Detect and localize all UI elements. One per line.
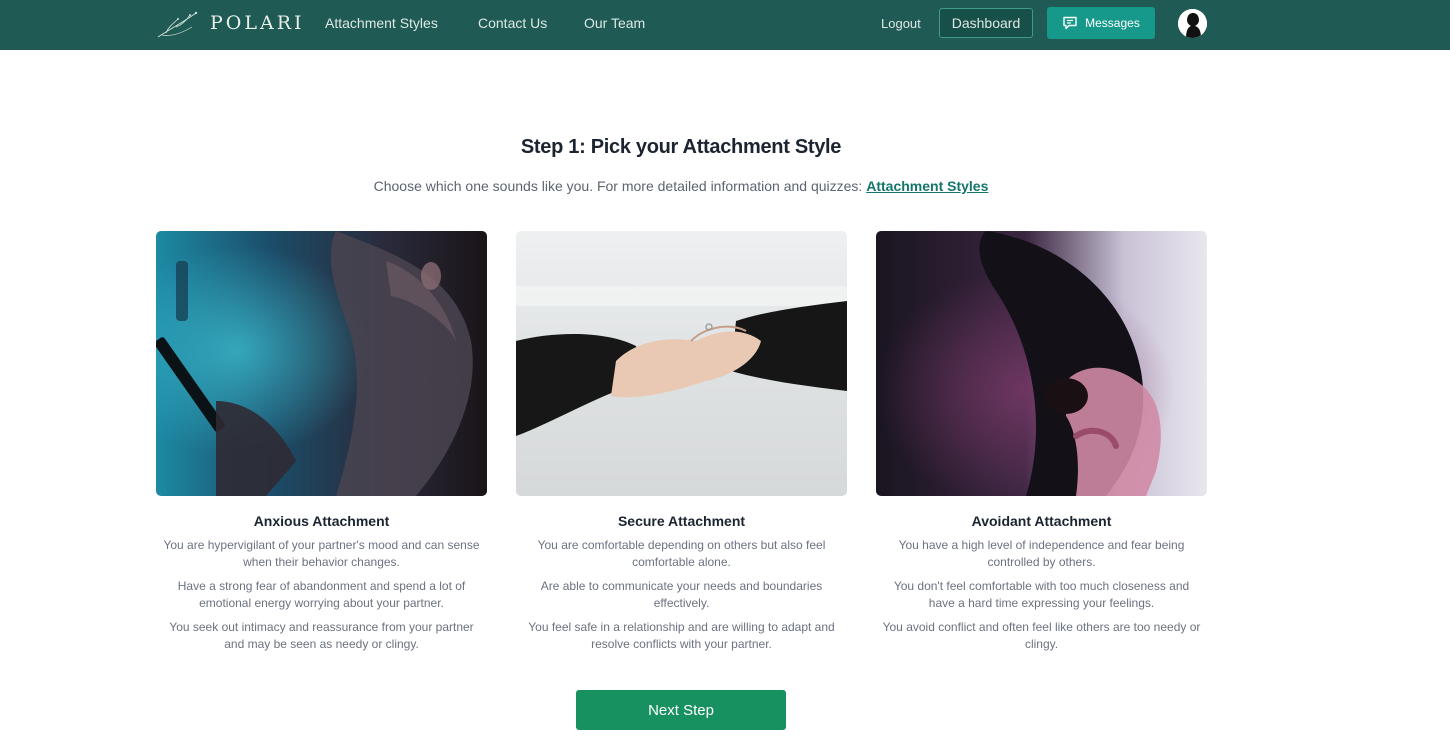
branch-logo-icon [157,11,198,38]
page-subtitle: Choose which one sounds like you. For mo… [0,178,1362,194]
next-step-button[interactable]: Next Step [576,690,786,730]
card-description: You are comfortable depending on others … [516,537,847,653]
nav-link-our-team[interactable]: Our Team [584,15,645,31]
card-description-line: You don't feel comfortable with too much… [893,579,1190,610]
card-description-line: You are comfortable depending on others … [537,538,826,569]
logo-text: POLARI [210,12,305,34]
card-description-line: You are hypervigilant of your partner's … [163,538,480,569]
polari-logo[interactable]: POLARI [156,7,302,41]
card-description-line: Are able to communicate your needs and b… [540,579,823,610]
messages-button-label: Messages [1085,16,1140,30]
logout-link[interactable]: Logout [881,16,921,31]
next-step-label: Next Step [648,701,714,719]
card-title: Secure Attachment [617,513,746,529]
attachment-styles-link[interactable]: Attachment Styles [866,178,988,194]
anxious-photo [156,231,487,496]
card-avoidant-attachment[interactable]: Avoidant Attachment You have a high leve… [876,231,1207,660]
avatar[interactable] [1178,9,1207,38]
card-secure-attachment[interactable]: Secure Attachment You are comfortable de… [516,231,847,660]
card-description-line: You avoid conflict and often feel like o… [882,620,1201,651]
messages-button[interactable]: Messages [1047,7,1155,39]
card-anxious-attachment[interactable]: Anxious Attachment You are hypervigilant… [156,231,487,660]
card-title: Avoidant Attachment [971,513,1112,529]
card-description-line: You feel safe in a relationship and are … [528,620,835,651]
nav-link-attachment-styles[interactable]: Attachment Styles [325,15,438,31]
card-description: You are hypervigilant of your partner's … [156,537,487,653]
subtitle-text: Choose which one sounds like you. For mo… [373,178,867,194]
anxious-attachment-image[interactable] [156,231,487,496]
secure-photo [516,231,847,496]
dashboard-button[interactable]: Dashboard [939,8,1033,38]
card-description: You have a high level of independence an… [876,537,1207,653]
avoidant-attachment-image[interactable] [876,231,1207,496]
secure-attachment-image[interactable] [516,231,847,496]
top-navbar: POLARI Attachment Styles Contact Us Our … [0,0,1450,50]
dashboard-button-label: Dashboard [951,15,1021,31]
card-description-line: You have a high level of independence an… [898,538,1185,569]
chat-bubble-icon [1063,16,1077,30]
user-silhouette-icon [1178,9,1207,38]
page-title: Step 1: Pick your Attachment Style [520,136,842,158]
card-title: Anxious Attachment [253,513,390,529]
card-description-line: You seek out intimacy and reassurance fr… [169,620,474,651]
nav-link-contact-us[interactable]: Contact Us [478,15,547,31]
avoidant-photo [876,231,1207,496]
card-description-line: Have a strong fear of abandonment and sp… [177,579,466,610]
